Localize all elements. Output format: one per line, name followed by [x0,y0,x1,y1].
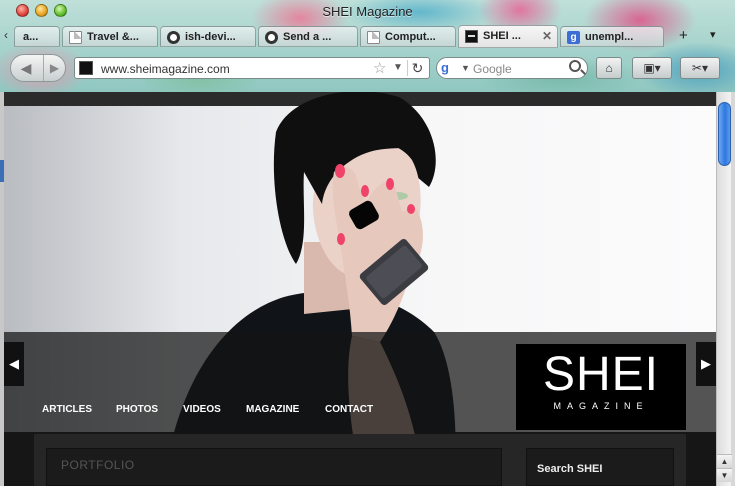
document-icon [69,31,82,44]
tab-label: Comput... [385,31,436,43]
tab-label: Send a ... [283,31,332,43]
tab-label: a... [23,31,39,43]
menu-item-contact[interactable]: CONTACT [325,404,373,415]
forward-button[interactable]: ▶ [43,55,65,81]
tab-3[interactable]: Send a ... [258,26,358,47]
menu-item-articles[interactable]: ARTICLES [42,404,92,415]
github-icon [167,31,180,44]
search-input[interactable]: Google [473,62,512,76]
bookmarks-menu-button[interactable]: ▣▾ [632,57,672,79]
tab-2[interactable]: ish-devi... [160,26,256,47]
google-search-engine-icon[interactable]: g [441,60,459,76]
tab-6[interactable]: g unempl... [560,26,664,47]
back-button[interactable]: ◀ [11,55,41,81]
slider-next-button[interactable]: ▶ [696,342,716,386]
search-bar[interactable]: g ▼ Google [436,57,588,79]
tab-scroll-left-button[interactable]: ‹ [4,28,8,42]
slider-previous-button[interactable]: ◀ [4,342,24,386]
web-page-viewport: ◀ ▶ SHEI MAGAZINE ARTICLES PHOTOS VIDEOS… [4,92,716,486]
logo-wordmark: SHEI [542,348,660,401]
browser-chrome: SHEI Magazine ‹ a... Travel &... ish-dev… [0,0,735,92]
search-icon[interactable] [569,60,581,72]
new-tab-button[interactable]: + [679,27,688,44]
scrollbar-thumb[interactable] [718,102,731,166]
url-bar[interactable]: www.sheimagazine.com ☆ ▼ ↻ [74,57,430,79]
tab-list-button[interactable]: ▾ [710,28,716,41]
shei-magazine-logo[interactable]: SHEI MAGAZINE [516,344,686,430]
menu-item-magazine[interactable]: MAGAZINE [246,404,299,415]
github-icon [265,31,278,44]
tab-4[interactable]: Comput... [360,26,456,47]
search-widget-title: Search SHEI [526,448,674,486]
scroll-down-arrow-icon[interactable]: ▼ [717,468,732,482]
document-icon [367,31,380,44]
back-forward-group: ◀ ▶ [10,54,66,82]
tab-5-active[interactable]: SHEI ... ✕ [458,25,558,48]
navigation-toolbar: ◀ ▶ www.sheimagazine.com ☆ ▼ ↻ g ▼ Googl… [0,52,735,86]
tab-label: unempl... [585,31,634,43]
tools-menu-button[interactable]: ✂▾ [680,57,720,79]
tab-1[interactable]: Travel &... [62,26,158,47]
bookmark-star-icon[interactable]: ☆ [373,59,386,77]
menu-item-videos[interactable]: VIDEOS [183,404,221,415]
tab-label: Travel &... [87,31,139,43]
search-engine-dropdown-icon[interactable]: ▼ [461,63,470,73]
tab-label: SHEI ... [483,30,521,42]
shei-favicon-icon [465,30,478,43]
google-icon: g [567,31,580,44]
window-title: SHEI Magazine [322,4,413,19]
site-favicon-icon [79,61,93,75]
reload-button[interactable]: ↻ [407,60,427,76]
scroll-up-arrow-icon[interactable]: ▲ [717,454,732,468]
tab-0[interactable]: a... [14,26,60,47]
portfolio-section-heading: PORTFOLIO [46,448,502,486]
logo-subtitle: MAGAZINE [553,401,649,411]
menu-item-photos[interactable]: PHOTOS [116,404,158,415]
url-text[interactable]: www.sheimagazine.com [101,62,230,76]
url-history-dropdown-icon[interactable]: ▼ [393,62,403,73]
tab-label: ish-devi... [185,31,236,43]
close-tab-icon[interactable]: ✕ [542,29,552,43]
tab-bar: ‹ a... Travel &... ish-devi... Send a ..… [0,24,735,48]
vertical-scrollbar[interactable]: ▲ ▼ [716,92,732,486]
home-button[interactable]: ⌂ [596,57,622,79]
